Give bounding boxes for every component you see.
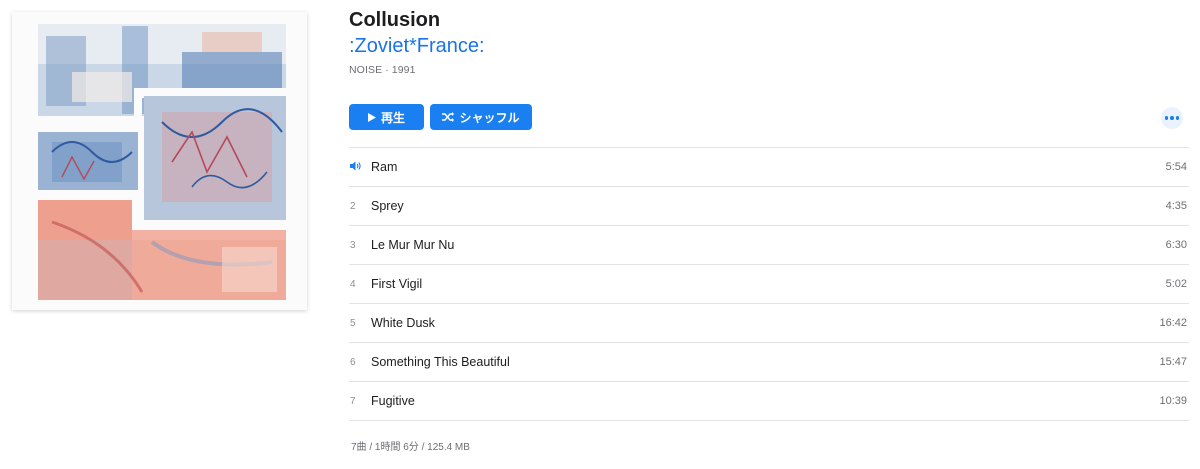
shuffle-icon: [442, 112, 455, 122]
track-duration: 4:35: [1165, 200, 1187, 212]
album-summary: 7曲 / 1時間 6分 / 125.4 MB: [351, 442, 470, 453]
track-row[interactable]: 5 White Dusk 16:42: [349, 304, 1189, 343]
shuffle-label: シャッフル: [459, 110, 520, 125]
track-number: 2: [350, 200, 356, 212]
album-artwork-image: [12, 12, 307, 310]
track-number: 6: [350, 356, 356, 368]
track-title: Fugitive: [371, 394, 415, 408]
album-title: Collusion: [349, 9, 441, 31]
track-duration: 6:30: [1165, 239, 1187, 251]
track-duration: 16:42: [1159, 317, 1187, 329]
track-row[interactable]: 2 Sprey 4:35: [349, 187, 1189, 226]
shuffle-button[interactable]: シャッフル: [430, 104, 532, 130]
track-list: Ram 5:54 2 Sprey 4:35 3 Le Mur Mur Nu 6:…: [349, 147, 1189, 421]
track-duration: 5:02: [1165, 278, 1187, 290]
track-number: 5: [350, 317, 356, 329]
track-title: Sprey: [371, 199, 404, 213]
track-row[interactable]: 7 Fugitive 10:39: [349, 382, 1189, 421]
ellipsis-icon: [1164, 116, 1169, 120]
track-title: Le Mur Mur Nu: [371, 238, 455, 252]
track-number: 4: [350, 278, 356, 290]
play-icon: [367, 112, 376, 122]
track-number: 7: [350, 395, 356, 407]
track-duration: 5:54: [1165, 161, 1187, 173]
album-info-panel: Collusion :Zoviet*France: NOISE · 1991 再…: [349, 0, 1189, 469]
play-button[interactable]: 再生: [349, 104, 424, 130]
track-title: White Dusk: [371, 316, 435, 330]
album-genre-year: NOISE · 1991: [349, 64, 416, 76]
artist-link[interactable]: :Zoviet*France:: [349, 35, 485, 58]
track-title: Ram: [371, 160, 398, 174]
play-label: 再生: [380, 110, 405, 125]
album-artwork[interactable]: [12, 12, 307, 310]
speaker-icon: [349, 161, 371, 174]
track-row[interactable]: 4 First Vigil 5:02: [349, 265, 1189, 304]
track-title: Something This Beautiful: [371, 355, 510, 369]
more-options-button[interactable]: [1161, 107, 1183, 129]
track-row[interactable]: 3 Le Mur Mur Nu 6:30: [349, 226, 1189, 265]
track-title: First Vigil: [371, 277, 423, 291]
track-duration: 15:47: [1159, 356, 1187, 368]
track-number: 3: [350, 239, 356, 251]
track-duration: 10:39: [1159, 395, 1187, 407]
track-row[interactable]: 6 Something This Beautiful 15:47: [349, 343, 1189, 382]
track-row[interactable]: Ram 5:54: [349, 148, 1189, 187]
